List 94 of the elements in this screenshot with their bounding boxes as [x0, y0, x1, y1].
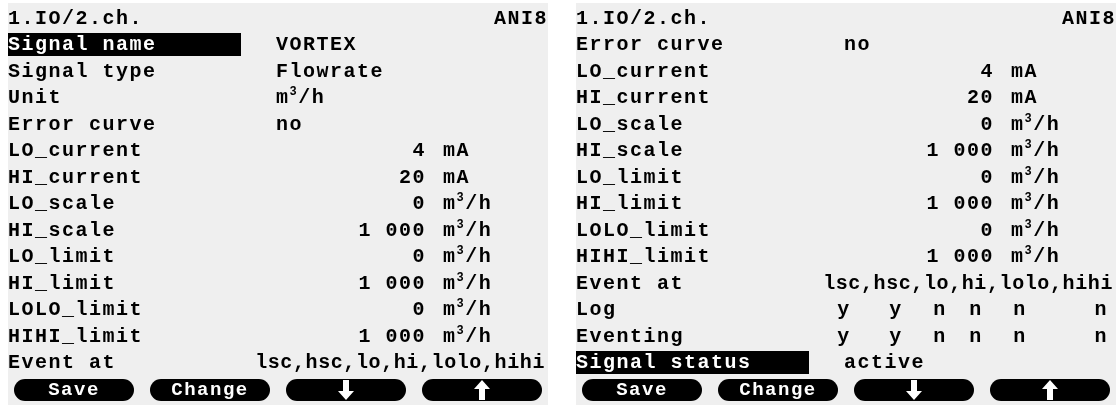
unit-label: m$^{3}$/h	[1011, 139, 1061, 163]
unit-label: m$^{3}$/h	[443, 245, 493, 269]
parameter-label[interactable]: Event at	[8, 351, 241, 375]
parameter-label[interactable]: Signal name	[8, 33, 241, 57]
unit-label: mA	[1011, 86, 1038, 110]
parameter-label[interactable]: LO_current	[8, 139, 241, 163]
parameter-label[interactable]: LO_limit	[8, 245, 241, 269]
parameter-label[interactable]: HI_current	[8, 165, 241, 189]
parameter-label[interactable]: LO_current	[576, 59, 809, 83]
parameter-value: 0	[411, 245, 426, 269]
parameter-value: lsc,hsc,lo,hi,lolo,hihi	[823, 271, 1114, 295]
unit-label: m$^{3}$/h	[443, 192, 493, 216]
unit-label: m$^{3}$/h	[1011, 112, 1061, 136]
parameter-label[interactable]: HIHI_limit	[576, 245, 809, 269]
parameter-label[interactable]: LO_scale	[8, 192, 241, 216]
flag-value: y	[836, 324, 852, 348]
unit-label: m$^{3}$/h	[1011, 245, 1061, 269]
parameter-label[interactable]: HIHI_limit	[8, 324, 241, 348]
flag-value: y	[888, 298, 904, 322]
parameter-value: 1 000	[357, 271, 426, 295]
unit-label: m$^{3}$/h	[1011, 165, 1061, 189]
flag-value: n	[1093, 298, 1109, 322]
parameter-label[interactable]: Eventing	[576, 324, 809, 348]
unit-label: m$^{3}$/h	[443, 271, 493, 295]
parameter-value: active	[844, 351, 925, 375]
parameter-label[interactable]: LOLO_limit	[8, 298, 241, 322]
flag-value: n	[968, 298, 984, 322]
flag-value: n	[968, 324, 984, 348]
parameter-value: 0	[979, 165, 994, 189]
parameter-label[interactable]: HI_scale	[8, 218, 241, 242]
parameter-value: 1 000	[925, 245, 994, 269]
module-name: ANI8	[1062, 6, 1116, 30]
flag-value: n	[1093, 324, 1109, 348]
parameter-value: 0	[979, 218, 994, 242]
menu-path: 1.IO/2.ch.	[8, 6, 144, 30]
unit-label: m$^{3}$/h	[443, 298, 493, 322]
parameter-value: 20	[966, 86, 994, 110]
flag-value: n	[1012, 324, 1028, 348]
unit-label: mA	[1011, 59, 1038, 83]
unit-label: m$^{3}$/h	[443, 218, 493, 242]
unit-label: m$^{3}$/h	[1011, 192, 1061, 216]
parameter-label[interactable]: HI_scale	[576, 139, 809, 163]
softkey-button[interactable]: Save	[582, 379, 702, 401]
parameter-value: 0	[411, 298, 426, 322]
parameter-label[interactable]: LO_limit	[576, 165, 809, 189]
unit-label: mA	[443, 165, 470, 189]
parameter-label[interactable]: Signal type	[8, 59, 241, 83]
parameter-value: no	[844, 33, 871, 57]
parameter-label[interactable]: Signal status	[576, 351, 809, 375]
scroll-up-button[interactable]	[422, 379, 542, 401]
parameter-label[interactable]: Error curve	[8, 112, 241, 136]
parameter-value: 0	[979, 112, 994, 136]
parameter-value: 1 000	[925, 192, 994, 216]
parameter-value: VORTEX	[276, 33, 357, 57]
parameter-value: Flowrate	[276, 59, 384, 83]
parameter-label[interactable]: Log	[576, 298, 809, 322]
up-arrow-icon	[1042, 380, 1058, 400]
down-arrow-icon	[338, 380, 354, 400]
parameter-value: no	[276, 112, 303, 136]
parameter-value: 1 000	[925, 139, 994, 163]
menu-path: 1.IO/2.ch.	[576, 6, 712, 30]
parameter-label[interactable]: HI_limit	[576, 192, 809, 216]
parameter-value: lsc,hsc,lo,hi,lolo,hihi	[255, 351, 546, 375]
unit-label: mA	[443, 139, 470, 163]
scroll-up-button[interactable]	[990, 379, 1110, 401]
parameter-value: 4	[411, 139, 426, 163]
parameter-value: 0	[411, 192, 426, 216]
parameter-value: 20	[398, 165, 426, 189]
parameter-label[interactable]: HI_limit	[8, 271, 241, 295]
scroll-down-button[interactable]	[286, 379, 406, 401]
parameter-value: 4	[979, 59, 994, 83]
softkey-button[interactable]: Change	[718, 379, 838, 401]
flag-value: n	[1012, 298, 1028, 322]
flag-value: n	[932, 298, 948, 322]
parameter-label[interactable]: Event at	[576, 271, 809, 295]
flag-value: y	[836, 298, 852, 322]
parameter-label[interactable]: Unit	[8, 86, 241, 110]
flag-value: y	[888, 324, 904, 348]
softkey-button[interactable]: Change	[150, 379, 270, 401]
parameter-label[interactable]: LOLO_limit	[576, 218, 809, 242]
parameter-value: 1 000	[357, 218, 426, 242]
scroll-down-button[interactable]	[854, 379, 974, 401]
softkey-button[interactable]: Save	[14, 379, 134, 401]
parameter-label[interactable]: HI_current	[576, 86, 809, 110]
module-name: ANI8	[494, 6, 548, 30]
parameter-value: m$^{3}$/h	[276, 86, 326, 110]
up-arrow-icon	[474, 380, 490, 400]
unit-label: m$^{3}$/h	[443, 324, 493, 348]
parameter-label[interactable]: LO_scale	[576, 112, 809, 136]
down-arrow-icon	[906, 380, 922, 400]
flag-value: n	[932, 324, 948, 348]
parameter-value: 1 000	[357, 324, 426, 348]
parameter-label[interactable]: Error curve	[576, 33, 809, 57]
unit-label: m$^{3}$/h	[1011, 218, 1061, 242]
